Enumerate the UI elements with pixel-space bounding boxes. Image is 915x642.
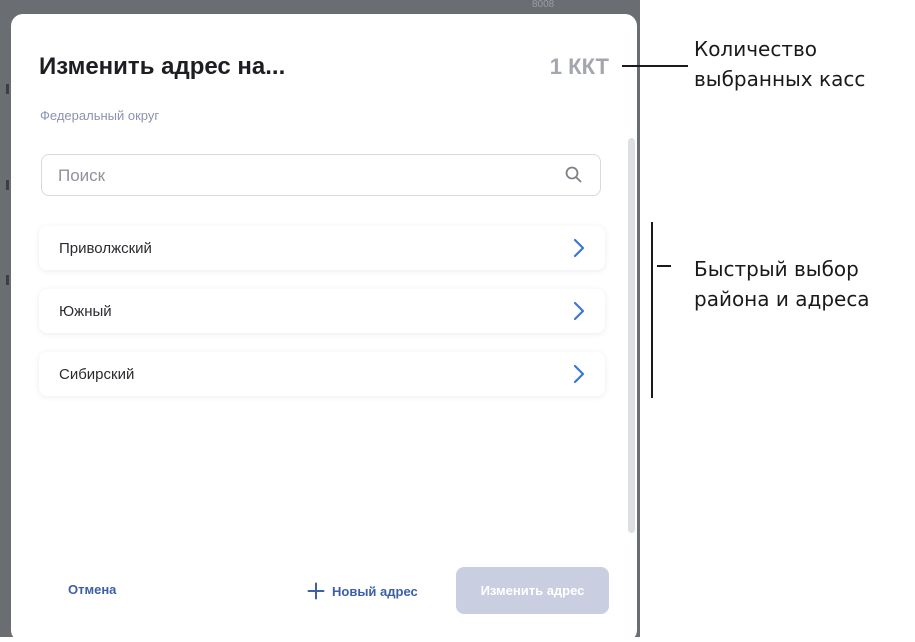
district-label: Южный	[59, 303, 112, 320]
chevron-right-icon	[573, 301, 585, 321]
plus-icon	[307, 582, 325, 600]
backdrop-mark	[6, 275, 9, 285]
dialog-footer: Отмена Новый адрес Изменить адрес	[11, 564, 637, 618]
dialog-scrollbar[interactable]	[628, 138, 635, 533]
change-address-submit-button[interactable]: Изменить адрес	[456, 567, 609, 614]
search-box[interactable]	[41, 154, 601, 196]
selected-kkt-count: 1 ККТ	[549, 54, 609, 79]
chevron-right-icon	[573, 364, 585, 384]
section-label: Федеральный округ	[40, 108, 160, 123]
new-address-button[interactable]: Новый адрес	[307, 576, 418, 606]
search-icon[interactable]	[564, 165, 584, 185]
annotation-quick-select-line-1: Быстрый выбор	[694, 257, 859, 281]
cancel-button[interactable]: Отмена	[68, 582, 116, 597]
annotation-line-kkt-count	[622, 65, 688, 67]
search-input[interactable]	[56, 155, 550, 196]
annotation-kkt-count: Количество выбранных касс	[694, 34, 865, 94]
annotation-kkt-count-line-1: Количество	[694, 37, 818, 61]
backdrop-text-fragment: 8008	[532, 0, 555, 10]
annotation-dash-quick-select	[657, 265, 671, 267]
dialog-title: Изменить адрес на...	[39, 53, 286, 80]
annotation-kkt-count-line-2: выбранных касс	[694, 67, 866, 91]
district-label: Приволжский	[59, 240, 152, 257]
change-address-dialog: Изменить адрес на... 1 ККТ Федеральный о…	[11, 14, 637, 642]
district-label: Сибирский	[59, 366, 135, 383]
district-item-sibirsky[interactable]: Сибирский	[39, 352, 605, 396]
district-item-privolzhsky[interactable]: Приволжский	[39, 226, 605, 270]
annotation-bracket-quick-select	[651, 222, 653, 398]
district-list: Приволжский Южный Сибирский	[39, 226, 605, 415]
annotation-quick-select: Быстрый выбор района и адреса	[694, 254, 870, 314]
new-address-label: Новый адрес	[332, 583, 418, 599]
backdrop-mark	[6, 84, 9, 94]
annotation-quick-select-line-2: района и адреса	[694, 287, 870, 311]
backdrop-mark	[6, 180, 9, 190]
chevron-right-icon	[573, 238, 585, 258]
district-item-yuzhny[interactable]: Южный	[39, 289, 605, 333]
